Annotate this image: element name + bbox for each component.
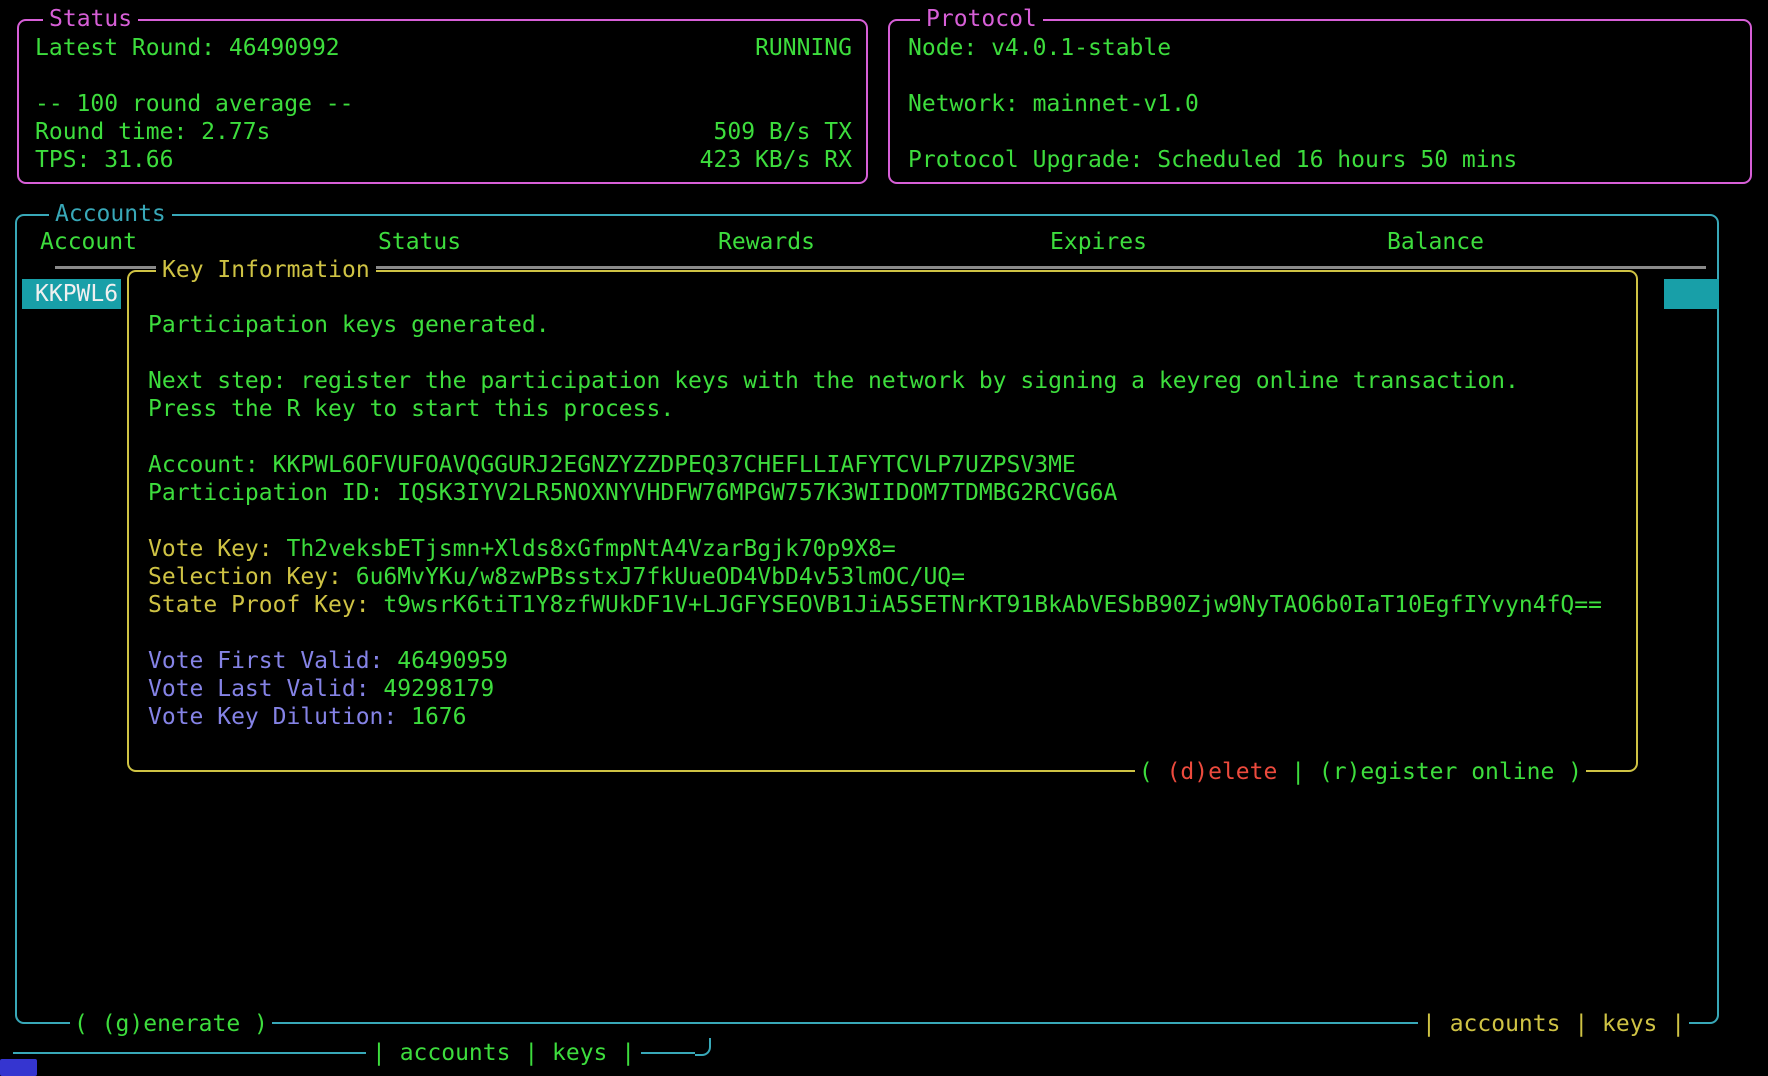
rx-rate-text: 423 KB/s RX <box>700 146 852 174</box>
state-proof-key-value: t9wsrK6tiT1Y8zfWUkDF1V+LJGFYSEOVB1JiA5SE… <box>383 592 1602 618</box>
network-text: Network: mainnet-v1.0 <box>908 90 1199 118</box>
footer-tab-bar[interactable]: | accounts | keys | <box>366 1039 641 1067</box>
generate-action[interactable]: ( (g)enerate ) <box>70 1010 272 1038</box>
action-separator: | <box>1277 759 1319 785</box>
key-information-title: Key Information <box>156 256 376 284</box>
action-open-paren: ( <box>1139 759 1167 785</box>
tx-rate-text: 509 B/s TX <box>714 118 852 146</box>
terminal-screen: Status Latest Round: 46490992 RUNNING --… <box>0 0 1768 1076</box>
vote-last-valid-row: Vote Last Valid: 49298179 <box>148 675 494 703</box>
tps-text: TPS: 31.66 <box>35 146 173 174</box>
next-step-text: Next step: register the participation ke… <box>148 367 1519 395</box>
round-time-text: Round time: 2.77s <box>35 118 270 146</box>
round-average-heading: -- 100 round average -- <box>35 90 354 118</box>
selected-row-account-cell[interactable]: KKPWL6 <box>22 279 121 309</box>
keys-generated-text: Participation keys generated. <box>148 311 550 339</box>
vote-first-valid-value: 46490959 <box>397 648 508 674</box>
column-header-rewards: Rewards <box>718 228 815 256</box>
account-address-text: Account: KKPWL6OFVUFOAVQGGURJ2EGNZYZZDPE… <box>148 451 1076 479</box>
vote-key-dilution-row: Vote Key Dilution: 1676 <box>148 703 467 731</box>
vote-last-valid-label: Vote Last Valid: <box>148 676 383 702</box>
selection-key-value: 6u6MvYKu/w8zwPBsstxJ7fkUueOD4VbD4v53lmOC… <box>356 564 965 590</box>
modal-action-bar: ( (d)elete | (r)egister online ) <box>1135 758 1586 786</box>
state-proof-key-label: State Proof Key: <box>148 592 383 618</box>
selection-key-label: Selection Key: <box>148 564 356 590</box>
vote-key-row: Vote Key: Th2veksbETjsmn+Xlds8xGfmpNtA4V… <box>148 535 896 563</box>
protocol-panel-title: Protocol <box>920 5 1043 33</box>
column-header-balance: Balance <box>1387 228 1484 256</box>
protocol-upgrade-text: Protocol Upgrade: Scheduled 16 hours 50 … <box>908 146 1517 174</box>
vote-last-valid-value: 49298179 <box>383 676 494 702</box>
key-information-modal: Key Information Participation keys gener… <box>127 270 1638 772</box>
vote-key-dilution-label: Vote Key Dilution: <box>148 704 411 730</box>
vote-key-dilution-value: 1676 <box>411 704 466 730</box>
delete-action[interactable]: (d)elete <box>1167 759 1278 785</box>
vote-first-valid-label: Vote First Valid: <box>148 648 397 674</box>
vote-key-label: Vote Key: <box>148 536 286 562</box>
status-panel-title: Status <box>43 5 138 33</box>
vote-first-valid-row: Vote First Valid: 46490959 <box>148 647 508 675</box>
column-header-status: Status <box>378 228 461 256</box>
accounts-panel-title: Accounts <box>49 200 172 228</box>
vote-key-value: Th2veksbETjsmn+Xlds8xGfmpNtA4VzarBgjk70p… <box>286 536 895 562</box>
bottom-left-indicator-block <box>0 1059 37 1076</box>
protocol-panel: Protocol Node: v4.0.1-stable Network: ma… <box>888 19 1752 184</box>
press-r-text: Press the R key to start this process. <box>148 395 674 423</box>
node-version-text: Node: v4.0.1-stable <box>908 34 1171 62</box>
status-panel: Status Latest Round: 46490992 RUNNING --… <box>17 19 868 184</box>
latest-round-text: Latest Round: 46490992 <box>35 34 340 62</box>
column-header-expires: Expires <box>1050 228 1147 256</box>
participation-id-text: Participation ID: IQSK3IYV2LR5NOXNYVHDFW… <box>148 479 1117 507</box>
register-online-action[interactable]: (r)egister online <box>1319 759 1554 785</box>
accounts-panel-tab-bar[interactable]: | accounts | keys | <box>1418 1010 1689 1038</box>
column-header-account: Account <box>40 228 137 256</box>
selected-row-balance-cell[interactable] <box>1664 279 1719 309</box>
selection-key-row: Selection Key: 6u6MvYKu/w8zwPBsstxJ7fkUu… <box>148 563 965 591</box>
state-proof-key-row: State Proof Key: t9wsrK6tiT1Y8zfWUkDF1V+… <box>148 591 1602 619</box>
footer-corner-connector <box>695 1038 711 1056</box>
action-close-paren: ) <box>1554 759 1582 785</box>
node-state-badge: RUNNING <box>755 34 852 62</box>
